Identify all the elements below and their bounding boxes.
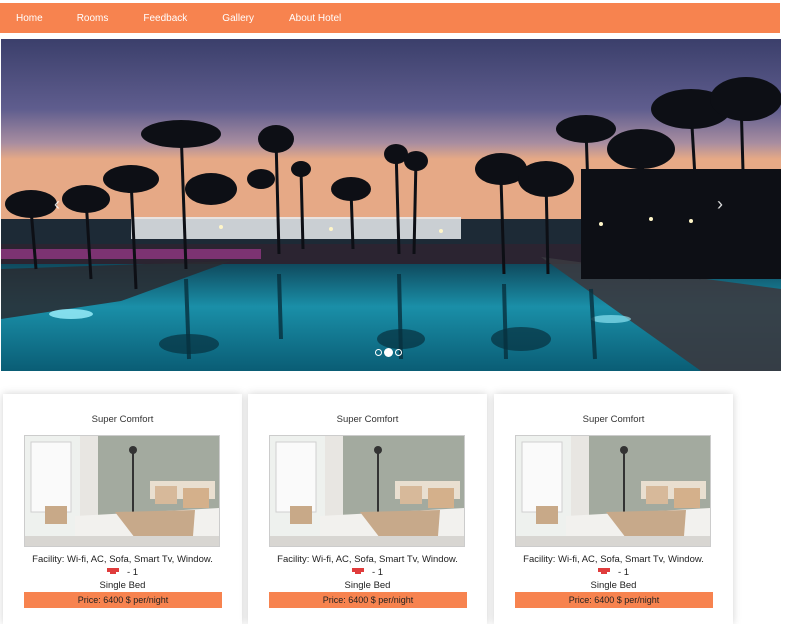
nav-feedback[interactable]: Feedback bbox=[143, 13, 187, 24]
room-title: Super Comfort bbox=[91, 414, 154, 425]
room-title: Super Comfort bbox=[582, 414, 645, 425]
nav-home[interactable]: Home bbox=[16, 13, 43, 24]
top-nav: Home Rooms Feedback Gallery About Hotel bbox=[0, 3, 780, 33]
room-guest-count: - 1 bbox=[617, 567, 630, 578]
nav-gallery[interactable]: Gallery bbox=[222, 13, 254, 24]
room-guest-count: - 1 bbox=[126, 567, 139, 578]
room-image bbox=[515, 435, 711, 547]
flag-icon bbox=[597, 568, 610, 577]
room-guests: - 1 bbox=[248, 567, 487, 578]
hero-carousel: ‹ › bbox=[1, 39, 781, 371]
room-guest-count: - 1 bbox=[371, 567, 384, 578]
flag-icon bbox=[106, 568, 119, 577]
carousel-indicators bbox=[375, 348, 402, 357]
room-card: Super Comfort Facility: Wi-fi, AC, Sofa,… bbox=[248, 394, 487, 624]
room-guests: - 1 bbox=[3, 567, 242, 578]
nav-rooms[interactable]: Rooms bbox=[77, 13, 109, 24]
room-card: Super Comfort Facility: Wi-fi, AC, Sofa,… bbox=[3, 394, 242, 624]
room-bed: Single Bed bbox=[344, 580, 391, 591]
carousel-dot-2[interactable] bbox=[384, 348, 393, 357]
room-image bbox=[269, 435, 465, 547]
flag-icon bbox=[351, 568, 364, 577]
room-price-button[interactable]: Price: 6400 $ per/night bbox=[24, 592, 222, 608]
chevron-left-icon[interactable]: ‹ bbox=[54, 195, 60, 213]
room-bed: Single Bed bbox=[590, 580, 637, 591]
room-facility: Facility: Wi-fi, AC, Sofa, Smart Tv, Win… bbox=[32, 554, 213, 565]
carousel-dot-3[interactable] bbox=[395, 349, 402, 356]
chevron-right-icon[interactable]: › bbox=[717, 195, 723, 213]
room-card: Super Comfort Facility: Wi-fi, AC, Sofa,… bbox=[494, 394, 733, 624]
hero-image bbox=[1, 39, 781, 371]
room-bed: Single Bed bbox=[99, 580, 146, 591]
room-facility: Facility: Wi-fi, AC, Sofa, Smart Tv, Win… bbox=[277, 554, 458, 565]
room-image bbox=[24, 435, 220, 547]
room-facility: Facility: Wi-fi, AC, Sofa, Smart Tv, Win… bbox=[523, 554, 704, 565]
carousel-dot-1[interactable] bbox=[375, 349, 382, 356]
room-title: Super Comfort bbox=[336, 414, 399, 425]
room-price-button[interactable]: Price: 6400 $ per/night bbox=[269, 592, 467, 608]
room-guests: - 1 bbox=[494, 567, 733, 578]
nav-about-hotel[interactable]: About Hotel bbox=[289, 13, 341, 24]
room-price-button[interactable]: Price: 6400 $ per/night bbox=[515, 592, 713, 608]
